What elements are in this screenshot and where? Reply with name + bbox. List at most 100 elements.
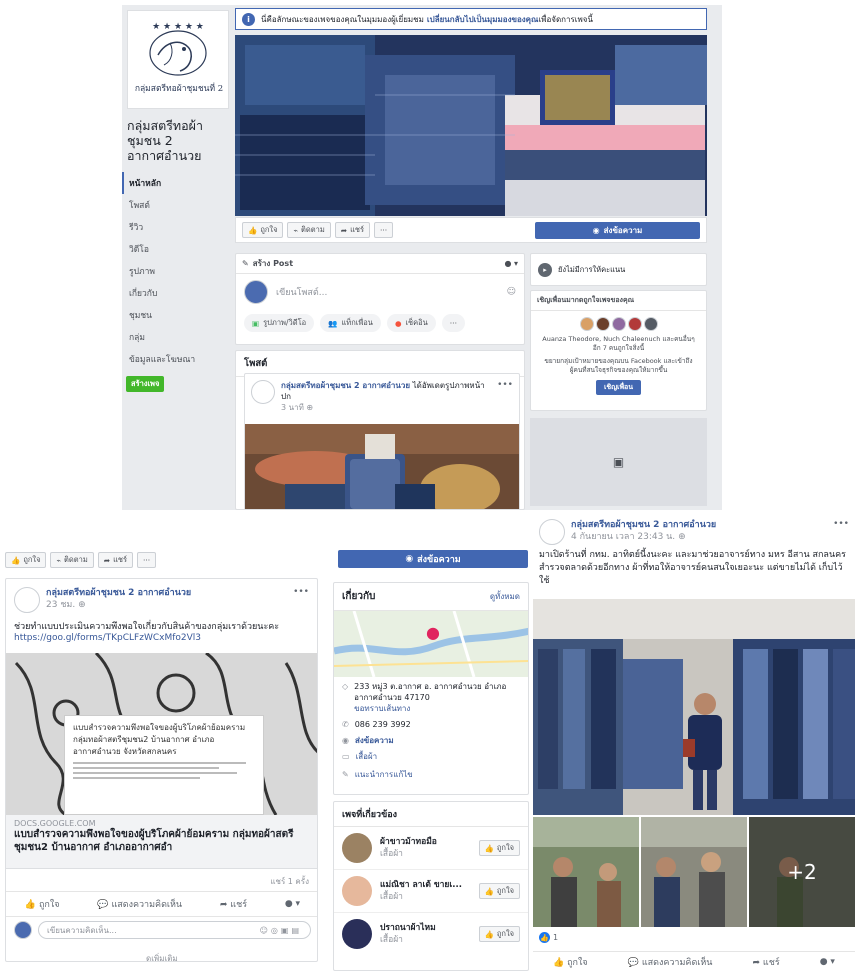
send-message-link[interactable]: ส่งข้อความ [355,735,394,746]
post-author-name[interactable]: กลุ่มสตรีทอผ้าชุมชน 2 อากาศอำนวย [571,519,716,531]
thumbs-up-icon: 👍 [24,900,37,910]
share-icon: ➦ [340,225,348,235]
post-author-avatar[interactable] [14,587,40,613]
post-timestamp[interactable]: 23 ชม. [46,600,75,610]
send-message-button[interactable]: ◉ ส่งข้อความ [338,550,528,568]
more-options-button[interactable]: ··· [374,222,394,238]
like-page-button[interactable]: 👍 ถูกใจ [478,926,520,942]
like-page-button[interactable]: 👍 ถูกใจ [242,222,284,238]
ad-placeholder: ▣ [530,418,707,506]
create-page-button[interactable]: สร้างเพจ [126,376,165,392]
composer-more-button[interactable]: ··· [441,314,465,332]
crowd-photo-image [533,817,639,927]
more-options-button[interactable]: ··· [137,552,157,568]
sidebar-item-photos[interactable]: รูปภาพ [122,260,230,282]
post-options-icon[interactable]: ••• [497,380,513,413]
directions-link[interactable]: ขอทราบเส้นทาง [354,703,524,714]
survey-link[interactable]: https://goo.gl/forms/TKpCLFzWCxMfo2Vl3 [6,633,317,643]
comment-button[interactable]: 💬 แสดงความคิดเห็น [628,955,713,969]
thumbs-up-icon: 👍 [484,929,494,939]
follow-page-button[interactable]: ⌁ ติดตาม [50,552,94,568]
see-all-link[interactable]: ดูทั้งหมด [490,590,520,603]
post-timestamp[interactable]: 3 นาที [281,403,304,412]
thumbs-up-icon: 👍 [248,225,258,235]
sidebar-item-ads[interactable]: ข้อมูลและโฆษณา [122,348,230,370]
share-icon: ➦ [219,900,228,910]
share-post-button[interactable]: ➦ แชร์ [753,955,780,969]
sidebar-item-groups[interactable]: กลุ่ม [122,326,230,348]
post-cover-photo[interactable] [245,424,519,509]
category-icon: ▭ [342,752,350,761]
link-preview-info[interactable]: DOCS.GOOGLE.COM แบบสำรวจความพึงพอใจของผู… [6,815,317,869]
sidebar-item-posts[interactable]: โพสต์ [122,194,230,216]
post-options-icon[interactable]: ••• [833,519,849,545]
related-page-item[interactable]: ผ้าขาวม้าทอมือ เสื้อผ้า 👍 ถูกใจ [334,827,528,870]
post-timestamp[interactable]: 4 กันยายน เวลา 23:43 น. [571,532,675,542]
post-author-name[interactable]: กลุ่มสตรีทอผ้าชุมชน 2 อากาศอำนวย [46,587,191,599]
sidebar-item-community[interactable]: ชุมชน [122,304,230,326]
map-pin-icon: ● [426,623,440,642]
image-add-icon[interactable]: ▣ [613,455,624,469]
page-logo[interactable]: ★ ★ ★ ★ ★ กลุ่มสตรีทอผ้าชุมชนที่ 2 [127,10,229,109]
visitor-view-notice: i นี่คือลักษณะของเพจของคุณในมุมมองผู้เยี… [235,8,707,30]
like-page-button[interactable]: 👍 ถูกใจ [478,883,520,899]
commenter-avatar [14,921,32,939]
comment-button[interactable]: 💬 แสดงความคิดเห็น [97,897,182,911]
see-more-link[interactable]: ดูเพิ่มเติม [146,952,178,961]
globe-icon: ⊕ [78,600,86,610]
post-author-name[interactable]: กลุ่มสตรีทอผ้าชุมชน 2 อากาศอำนวย [281,381,410,390]
photo-video-button[interactable]: ▣ รูปภาพ/วิดีโอ [244,314,315,332]
post-options-icon[interactable]: ••• [293,587,309,613]
composer-input[interactable]: เขียนโพสต์... [276,285,327,299]
category-link[interactable]: เสื้อผ้า [356,751,378,762]
location-map[interactable]: ● [334,611,528,677]
map-image [334,611,528,677]
share-icon: ➦ [752,957,761,968]
link-preview-image[interactable]: แบบสำรวจความพึงพอใจของผู้บริโภคผ้าย้อมคร… [6,653,317,815]
invite-friends-button[interactable]: เชิญเพื่อน [595,380,642,395]
follow-page-button[interactable]: ⌁ ติดตาม [287,222,331,238]
audience-selector[interactable]: ● ▾ [504,259,518,268]
sidebar-item-reviews[interactable]: รีวิว [122,216,230,238]
switch-view-link[interactable]: เปลี่ยนกลับไปเป็นมุมมองของคุณ [427,13,539,26]
comment-icon: 💬 [627,957,639,968]
checkin-button[interactable]: ● เช็คอิน [386,314,436,332]
related-page-item[interactable]: ปราถนาผ้าไหม เสื้อผ้า 👍 ถูกใจ [334,913,528,955]
comment-attachment-icons[interactable]: ☺◎▣▤ [260,926,302,935]
like-post-button[interactable]: 👍 ถูกใจ [25,897,60,911]
suggest-edits-link[interactable]: แนะนำการแก้ไข [355,769,413,780]
location-icon: ◇ [342,682,349,691]
emoji-icon[interactable]: ☺ [507,287,516,297]
tag-friends-button[interactable]: 👥 แท็กเพื่อน [320,314,381,332]
post-thumb-photo[interactable] [533,817,639,927]
page-action-bar: 👍 ถูกใจ ⌁ ติดตาม ➦ แชร์ ··· ◉ ส่งข้อความ [235,217,707,243]
audience-selector[interactable]: ● ▾ [285,899,300,909]
cover-photo[interactable] [235,35,707,216]
related-page-item[interactable]: แม่ณิชา ลาเต้ ขายเ... เสื้อผ้า 👍 ถูกใจ [334,870,528,913]
share-post-button[interactable]: ➦ แชร์ [220,897,247,911]
post-author-avatar[interactable] [539,519,565,545]
friend-avatar [595,317,610,331]
sidebar-item-home[interactable]: หน้าหลัก [122,172,230,194]
post-thumb-photo[interactable] [641,817,747,927]
comment-input[interactable]: เขียนความคิดเห็น... ☺◎▣▤ [38,921,311,939]
like-post-button[interactable]: 👍 ถูกใจ [553,955,588,969]
composer-avatar [244,280,268,304]
post-shop-visit: กลุ่มสตรีทอผ้าชุมชน 2 อากาศอำนวย 4 กันยา… [533,515,855,972]
like-page-button[interactable]: 👍 ถูกใจ [478,840,520,856]
messenger-icon: ◉ [342,736,349,745]
sidebar-item-videos[interactable]: วิดีโอ [122,238,230,260]
page-title: กลุ่มสตรีทอผ้า ชุมชน 2 อากาศอำนวย [127,118,204,163]
post-main-photo[interactable] [533,599,855,815]
tag-icon: 👥 [328,318,338,328]
friend-avatars [531,317,706,331]
like-page-button[interactable]: 👍 ถูกใจ [5,552,47,568]
post-author-avatar[interactable] [251,380,275,404]
audience-selector[interactable]: ● ▾ [820,957,835,967]
rss-icon: ⌁ [293,225,298,235]
sidebar-item-about[interactable]: เกี่ยวกับ [122,282,230,304]
share-page-button[interactable]: ➦ แชร์ [334,222,371,238]
send-message-button[interactable]: ◉ ส่งข้อความ [535,222,700,239]
post-thumb-photo-more[interactable]: +2 [749,817,855,927]
share-page-button[interactable]: ➦ แชร์ [97,552,134,568]
